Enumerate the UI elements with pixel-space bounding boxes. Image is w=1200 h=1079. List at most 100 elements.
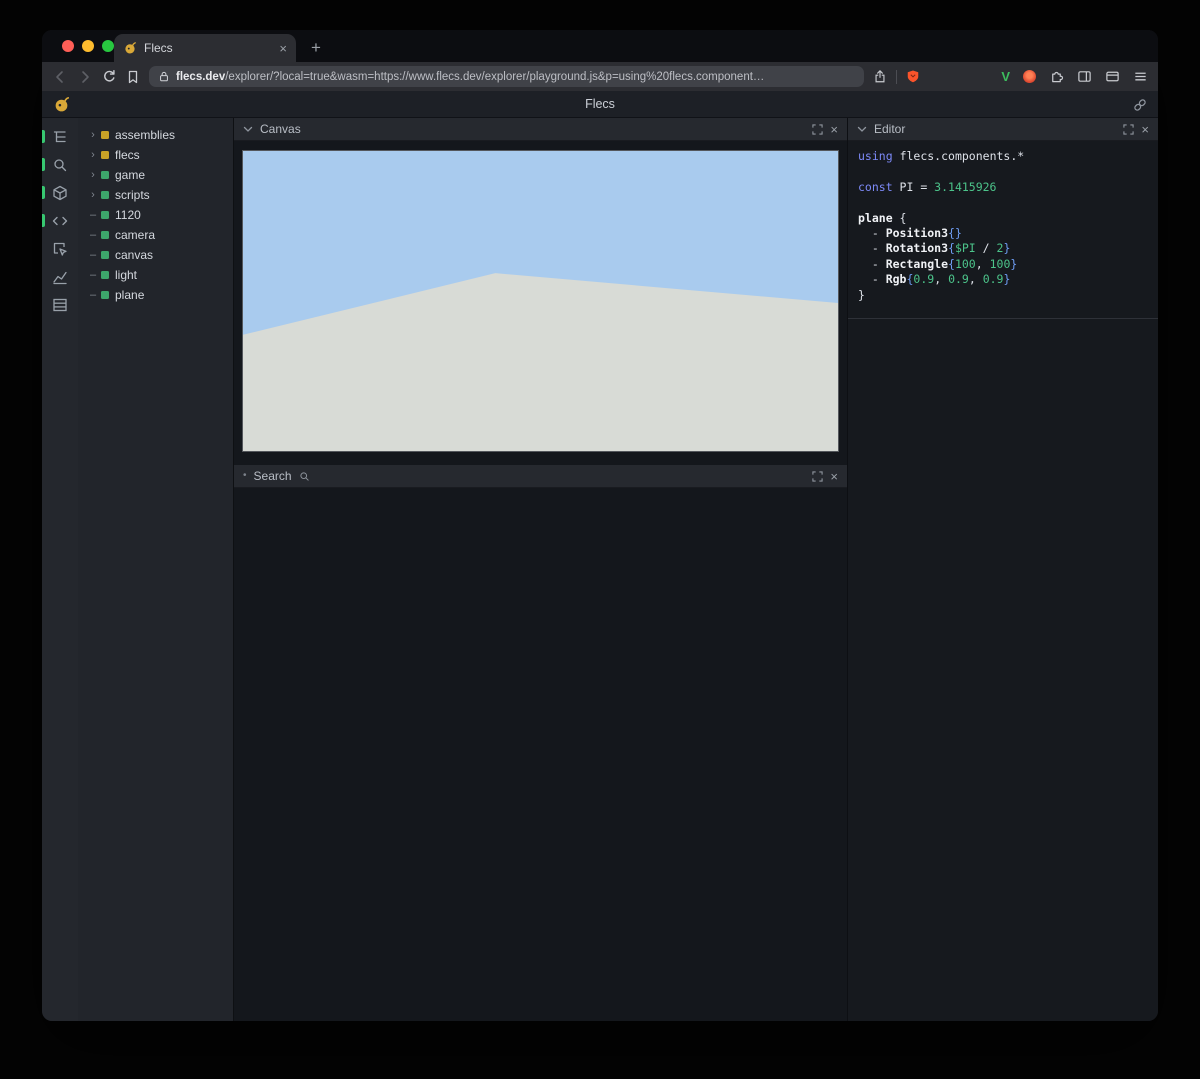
bookmark-icon[interactable] <box>126 70 140 84</box>
dash-icon: – <box>87 270 99 281</box>
sidebar-code-icon[interactable] <box>42 211 78 230</box>
menu-icon[interactable] <box>1133 69 1148 84</box>
canvas-body <box>234 141 847 465</box>
tree-item-canvas[interactable]: – canvas <box>78 245 233 265</box>
tree-item-game[interactable]: › game <box>78 165 233 185</box>
close-icon[interactable]: × <box>830 470 838 483</box>
tree-item-plane[interactable]: –plane <box>78 285 233 305</box>
chevron-down-icon[interactable] <box>243 125 253 133</box>
tree-item-scripts[interactable]: › scripts <box>78 185 233 205</box>
entity-label: scripts <box>115 188 150 202</box>
code-line: - Rotation3{$PI / 2} <box>858 241 1148 256</box>
tree-item-flecs[interactable]: › flecs <box>78 145 233 165</box>
dash-icon: – <box>87 210 99 221</box>
forward-icon[interactable] <box>77 69 93 85</box>
editor-panel-title: Editor <box>874 122 905 136</box>
entity-kind-square <box>101 271 109 279</box>
fullscreen-icon[interactable] <box>1123 124 1134 135</box>
chevron-right-icon[interactable]: › <box>87 190 99 201</box>
back-icon[interactable] <box>52 69 68 85</box>
dash-icon: – <box>87 230 99 241</box>
extensions-puzzle-icon[interactable] <box>1049 69 1064 84</box>
tab-title: Flecs <box>144 41 272 55</box>
canvas-panel-header: Canvas × <box>234 118 847 141</box>
fullscreen-icon[interactable] <box>812 124 823 135</box>
editor-empty-area <box>848 319 1158 1021</box>
sidebar-chart-icon[interactable] <box>42 267 78 286</box>
reload-icon[interactable] <box>102 69 117 84</box>
entity-kind-square <box>101 151 109 159</box>
code-line <box>858 195 1148 210</box>
entity-label: flecs <box>115 148 140 162</box>
empty-workspace <box>234 488 847 1021</box>
entity-kind-square <box>101 231 109 239</box>
tree-item-1120[interactable]: –1120 <box>78 205 233 225</box>
code-line: - Rgb{0.9, 0.9, 0.9} <box>858 272 1148 287</box>
entity-kind-square <box>101 191 109 199</box>
window-minimize-button[interactable] <box>82 40 94 52</box>
fullscreen-icon[interactable] <box>812 471 823 482</box>
close-icon[interactable]: × <box>830 123 838 136</box>
app-header: Flecs <box>42 91 1158 118</box>
window-zoom-button[interactable] <box>102 40 114 52</box>
extension-area: V <box>1001 69 1148 84</box>
dash-icon: – <box>87 250 99 261</box>
window-close-button[interactable] <box>62 40 74 52</box>
tree-item-assemblies[interactable]: › assemblies <box>78 125 233 145</box>
editor-code[interactable]: using flecs.components.* const PI = 3.14… <box>848 141 1158 319</box>
entity-tree: ›assemblies›flecs›game›scripts–1120–came… <box>78 118 234 1021</box>
flecs-logo-icon <box>53 96 70 113</box>
share-icon[interactable] <box>873 69 887 84</box>
sidebar-inspect-icon[interactable] <box>42 239 78 258</box>
link-icon[interactable] <box>1133 98 1147 112</box>
wallet-icon[interactable] <box>1105 69 1120 84</box>
tab-close-icon[interactable]: × <box>279 42 287 55</box>
code-line: } <box>858 288 1148 303</box>
sidebar-toggle-icon[interactable] <box>1077 69 1092 84</box>
search-panel-title: Search <box>254 469 292 483</box>
browser-window: Flecs × + flecs.dev/explorer/?local=true… <box>42 30 1158 1021</box>
close-icon[interactable]: × <box>1141 123 1149 136</box>
tree-item-camera[interactable]: – camera <box>78 225 233 245</box>
code-line: plane { <box>858 211 1148 226</box>
entity-label: light <box>115 268 137 282</box>
chevron-right-icon[interactable]: › <box>87 150 99 161</box>
code-line <box>858 164 1148 179</box>
toolbar-separator <box>896 70 897 84</box>
collapsed-dot-icon[interactable]: • <box>243 471 247 481</box>
record-extension-icon[interactable] <box>1023 70 1036 83</box>
entity-label: assemblies <box>115 128 175 142</box>
url-domain: flecs.dev <box>176 71 225 83</box>
sidebar-cube-icon[interactable] <box>42 183 78 202</box>
brave-shield-icon[interactable] <box>906 69 920 84</box>
entity-label: game <box>115 168 145 182</box>
code-line: using flecs.components.* <box>858 149 1148 164</box>
sidebar-hierarchy-icon[interactable] <box>42 127 78 146</box>
3d-viewport[interactable] <box>242 150 839 452</box>
app-content: ›assemblies›flecs›game›scripts–1120–came… <box>42 118 1158 1021</box>
chevron-right-icon[interactable]: › <box>87 170 99 181</box>
icon-rail <box>42 118 78 1021</box>
entity-label: camera <box>115 228 155 242</box>
url-bar[interactable]: flecs.dev/explorer/?local=true&wasm=http… <box>149 66 864 87</box>
traffic-lights <box>62 40 114 52</box>
editor-column: Editor × using flecs.components.* const … <box>847 118 1158 1021</box>
editor-panel-header: Editor × <box>848 118 1158 141</box>
main-column: Canvas × • Search <box>234 118 847 1021</box>
tab-strip: Flecs × + <box>42 30 1158 62</box>
sidebar-search-icon[interactable] <box>42 155 78 174</box>
tree-item-light[interactable]: – light <box>78 265 233 285</box>
browser-tab-flecs[interactable]: Flecs × <box>114 34 296 62</box>
sidebar-table-icon[interactable] <box>42 295 78 314</box>
search-icon <box>299 471 310 482</box>
chevron-down-icon[interactable] <box>857 125 867 133</box>
entity-label: canvas <box>115 248 153 262</box>
code-line: - Rectangle{100, 100} <box>858 257 1148 272</box>
entity-kind-square <box>101 171 109 179</box>
v-extension-icon[interactable]: V <box>1001 70 1010 83</box>
code-line: const PI = 3.1415926 <box>858 180 1148 195</box>
entity-kind-square <box>101 291 109 299</box>
new-tab-button[interactable]: + <box>311 39 321 56</box>
chevron-right-icon[interactable]: › <box>87 130 99 141</box>
lock-icon <box>158 70 170 83</box>
